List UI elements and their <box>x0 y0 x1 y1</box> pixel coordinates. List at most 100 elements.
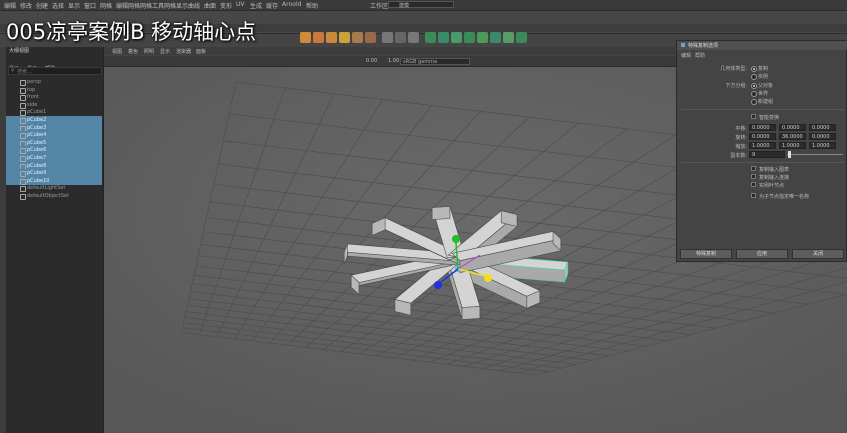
bevel-icon[interactable] <box>451 32 462 43</box>
extrude-icon[interactable] <box>425 32 436 43</box>
geometry-instance-label: 实例 <box>758 74 769 80</box>
outliner-item-label: pCube6 <box>27 147 47 154</box>
poly-sphere-icon[interactable] <box>300 32 311 43</box>
duplicate-input-connections-checkbox[interactable] <box>751 174 756 179</box>
translate-x-field[interactable]: 0.0000 <box>749 124 776 131</box>
fill-hole-icon[interactable] <box>464 32 475 43</box>
outliner-item-label: pCube1 <box>27 109 47 116</box>
menu-surfaces[interactable]: 曲面 <box>204 1 216 10</box>
window-titlebar[interactable]: 特殊复制选项 <box>677 41 847 50</box>
exposure-value[interactable]: 0.00 <box>366 58 377 64</box>
viewport-menu-item[interactable]: 渲染器 <box>176 48 191 55</box>
menu-arnold[interactable]: Arnold <box>282 1 301 8</box>
multi-cut-icon[interactable] <box>477 32 488 43</box>
target-weld-icon[interactable] <box>490 32 501 43</box>
instance-leaf-nodes-checkbox[interactable] <box>751 182 756 187</box>
colorspace-dropdown[interactable]: sRGB gamma <box>400 58 470 65</box>
group-new-label: 新建组 <box>758 99 774 105</box>
copies-slider-handle[interactable] <box>788 151 791 158</box>
group-world-radio[interactable] <box>751 91 757 97</box>
window-menu-help[interactable]: 帮助 <box>695 52 705 59</box>
rotate-y-field[interactable]: 36.0000 <box>779 133 806 140</box>
search-placeholder: 搜索... <box>17 69 32 75</box>
window-menu-edit[interactable]: 编辑 <box>681 52 691 59</box>
gamma-value[interactable]: 1.00 <box>388 58 399 64</box>
menu-cache[interactable]: 缓存 <box>266 1 278 10</box>
outliner-item-label: front <box>27 94 39 101</box>
scale-z-field[interactable]: 1.0000 <box>809 142 836 149</box>
menu-generate[interactable]: 生成 <box>250 1 262 10</box>
scale-label: 缩放: <box>735 144 747 150</box>
poly-cylinder-icon[interactable] <box>326 32 337 43</box>
menu-mesh[interactable]: 网格 <box>100 1 112 10</box>
duplicate-input-graph-checkbox[interactable] <box>751 166 756 171</box>
menu-uv[interactable]: UV <box>236 1 245 8</box>
menu-mesh-tools[interactable]: 网格工具 <box>140 1 164 10</box>
geometry-instance-radio[interactable] <box>751 74 757 80</box>
outliner-search-input[interactable]: ⚲ 搜索... <box>8 67 102 75</box>
copies-label: 副本数: <box>730 153 747 159</box>
separator <box>681 109 844 110</box>
video-title: 005凉亭案例B 移动轴心点 <box>6 20 257 44</box>
outliner-item-label: pCube7 <box>27 155 47 161</box>
menu-select[interactable]: 选择 <box>52 1 64 10</box>
group-under-label: 下方分组: <box>725 83 747 89</box>
apply-button[interactable]: 应用 <box>736 249 788 259</box>
connect-icon[interactable] <box>503 32 514 43</box>
cube-face <box>461 306 481 320</box>
menu-help[interactable]: 帮助 <box>306 1 318 10</box>
menu-mesh-display[interactable]: 网格显示 <box>164 1 188 10</box>
combine-icon[interactable] <box>382 32 393 43</box>
translate-y-field[interactable]: 0.0000 <box>779 124 806 131</box>
outliner-item-label: pCube4 <box>27 132 47 139</box>
copies-field[interactable]: 9 <box>749 151 785 158</box>
rotate-z-field[interactable]: 0.0000 <box>809 133 836 140</box>
outliner-item-label: top <box>27 86 36 93</box>
outliner-title: 大纲视图 <box>9 48 30 54</box>
viewport-menubar: 视图 着色 照明 显示 渲染器 面板 <box>104 47 677 55</box>
manip-x-handle <box>434 281 442 289</box>
geometry-copy-radio[interactable] <box>751 66 757 72</box>
assign-unique-name-checkbox[interactable] <box>751 193 756 198</box>
viewport-menu-item[interactable]: 视图 <box>112 48 122 55</box>
menu-create[interactable]: 创建 <box>36 1 48 10</box>
menu-display[interactable]: 显示 <box>68 1 80 10</box>
assign-unique-name-label: 为子节点指定唯一名称 <box>759 194 810 200</box>
viewport-menu-item[interactable]: 照明 <box>144 48 154 55</box>
group-parent-label: 父对象 <box>758 83 774 89</box>
smart-transform-checkbox[interactable] <box>751 114 756 119</box>
poly-cone-icon[interactable] <box>339 32 350 43</box>
duplicate-special-button[interactable]: 特殊复制 <box>680 249 732 259</box>
scale-x-field[interactable]: 1.0000 <box>749 142 776 149</box>
scale-y-field[interactable]: 1.0000 <box>779 142 806 149</box>
quad-draw-icon[interactable] <box>516 32 527 43</box>
separate-icon[interactable] <box>395 32 406 43</box>
viewport-menu-item[interactable]: 着色 <box>128 48 138 55</box>
smooth-icon[interactable] <box>408 32 419 43</box>
instance-leaf-nodes-label: 实例叶节点 <box>759 183 785 189</box>
translate-z-field[interactable]: 0.0000 <box>809 124 836 131</box>
bridge-icon[interactable] <box>438 32 449 43</box>
group-parent-radio[interactable] <box>751 83 757 89</box>
poly-plane-icon[interactable] <box>365 32 376 43</box>
menu-curves[interactable]: 曲线 <box>188 1 200 10</box>
viewport-menu-item[interactable]: 显示 <box>160 48 170 55</box>
menu-modify[interactable]: 修改 <box>20 1 32 10</box>
close-button[interactable]: 关闭 <box>792 249 844 259</box>
menu-windows[interactable]: 窗口 <box>84 1 96 10</box>
group-new-radio[interactable] <box>751 99 757 105</box>
menu-edit-mesh[interactable]: 编辑网格 <box>116 1 140 10</box>
manip-y-handle <box>452 235 460 243</box>
copies-slider-track[interactable] <box>787 154 843 155</box>
menu-deform[interactable]: 变形 <box>220 1 232 10</box>
menu-edit[interactable]: 编辑 <box>4 1 16 10</box>
geometry-copy-label: 复制 <box>758 66 769 72</box>
viewport-menu-item[interactable]: 面板 <box>196 48 206 55</box>
poly-torus-icon[interactable] <box>352 32 363 43</box>
outliner-item-label: side <box>27 101 38 108</box>
workspace-dropdown[interactable]: 建模 <box>388 1 454 9</box>
outliner-item-label: pCube3 <box>27 124 47 131</box>
poly-cube-icon[interactable] <box>313 32 324 43</box>
outliner-item[interactable]: defaultObjectSet <box>6 192 102 200</box>
rotate-x-field[interactable]: 0.0000 <box>749 133 776 140</box>
